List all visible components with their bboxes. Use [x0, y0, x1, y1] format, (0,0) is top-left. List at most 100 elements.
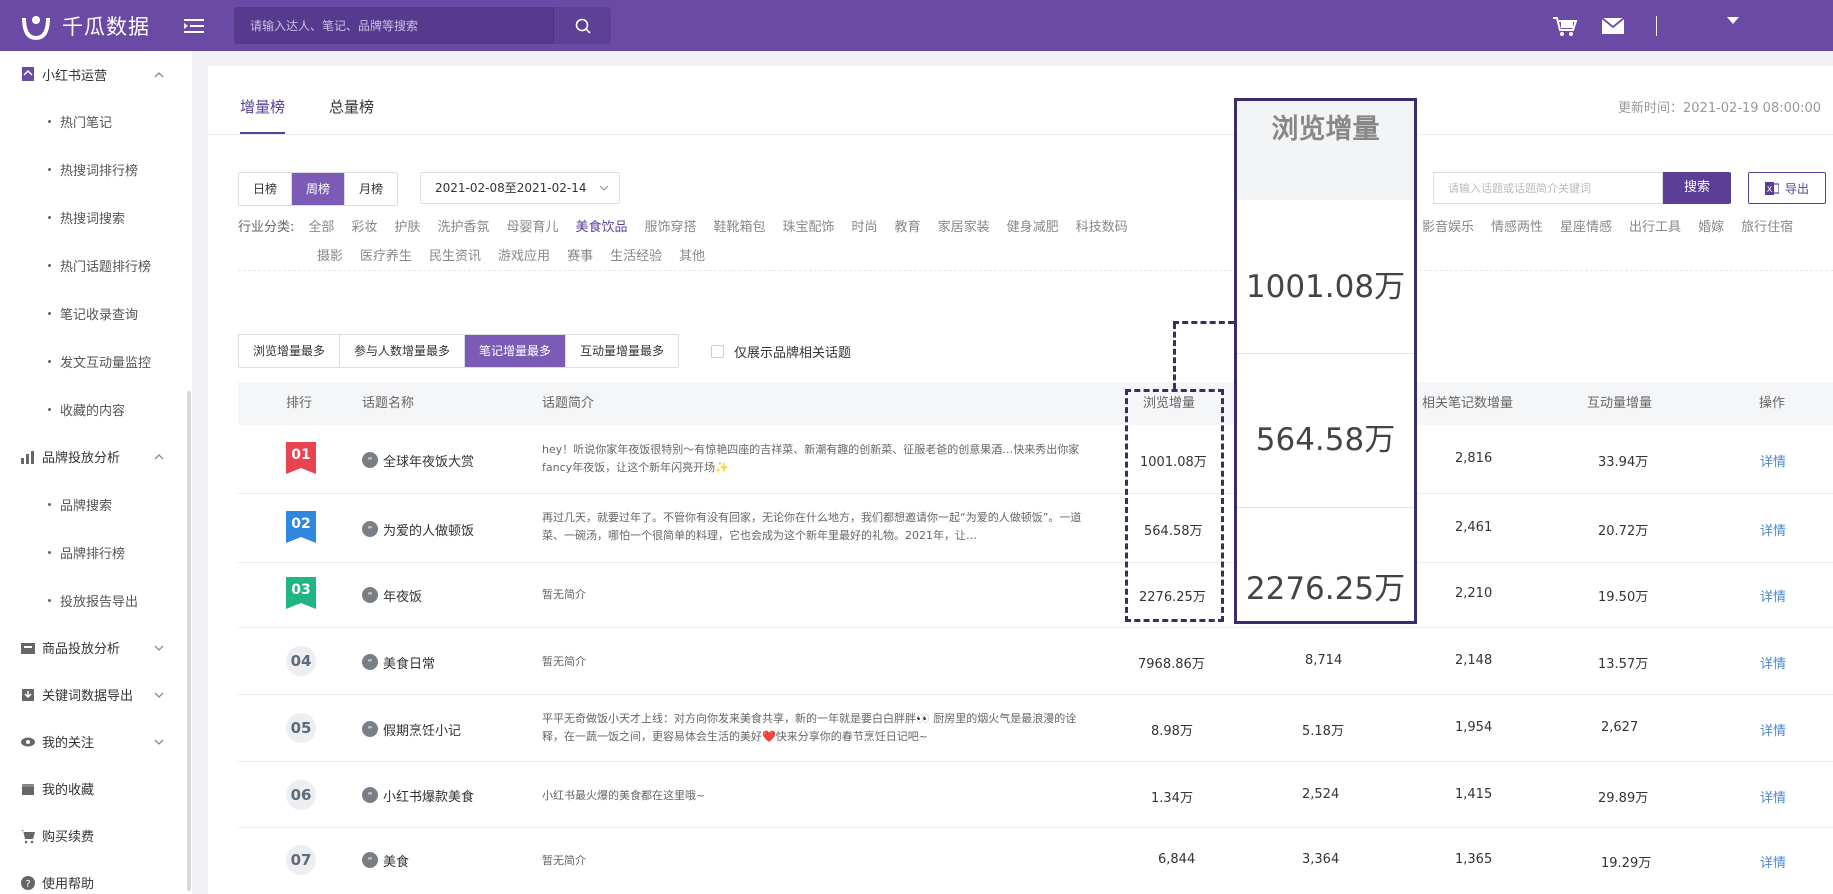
category-item[interactable]: 母婴育儿 — [506, 220, 558, 235]
detail-link[interactable]: 详情 — [1760, 852, 1786, 871]
sidebar-item-brand-search[interactable]: 品牌搜索 — [0, 480, 192, 528]
category-item[interactable]: 情感两性 — [1491, 220, 1543, 235]
mail-icon[interactable] — [1600, 15, 1626, 37]
topic-search-button[interactable]: 搜索 — [1663, 172, 1731, 204]
topic-name[interactable]: 美食日常 — [383, 653, 435, 672]
category-item[interactable]: 家居家装 — [938, 220, 990, 235]
category-item[interactable]: 旅行住宿 — [1741, 220, 1793, 235]
topic-name[interactable]: 年夜饭 — [383, 586, 422, 605]
zoom-callout-value: 1001.08万 — [1245, 269, 1406, 305]
sidebar-group-goods-analysis[interactable]: 商品投放分析 — [0, 624, 192, 671]
topic-keyword-input[interactable] — [1433, 172, 1663, 204]
sort-notes-button[interactable]: 笔记增量最多 — [465, 335, 567, 367]
interactions-value: 2,627 — [1601, 720, 1639, 735]
table-row: 04 “ 美食日常 暂无简介 7968.86万 8,714 2,148 13.5… — [238, 628, 1833, 695]
sidebar-group-label: 使用帮助 — [42, 877, 95, 892]
sidebar-group-keyword-export[interactable]: 关键词数据导出 — [0, 671, 192, 718]
brand-only-checkbox[interactable] — [711, 345, 724, 358]
detail-link[interactable]: 详情 — [1760, 586, 1786, 605]
tab-increment-rank[interactable]: 增量榜 — [240, 66, 286, 134]
category-item[interactable]: 洗护香氛 — [437, 220, 489, 235]
rank-badge: 03 — [286, 577, 316, 609]
sort-interactions-button[interactable]: 互动量增量最多 — [566, 335, 678, 367]
brand-only-toggle[interactable]: 仅展示品牌相关话题 — [711, 342, 851, 361]
sidebar-item-report-export[interactable]: 投放报告导出 — [0, 576, 192, 624]
sidebar-item-note-indexing[interactable]: 笔记收录查询 — [0, 289, 192, 337]
category-item[interactable]: 科技数码 — [1076, 220, 1128, 235]
period-week-button[interactable]: 周榜 — [292, 173, 346, 205]
detail-link[interactable]: 详情 — [1760, 787, 1786, 806]
category-item[interactable]: 赛事 — [567, 249, 593, 264]
sidebar-group-purchase[interactable]: 购买续费 — [0, 812, 192, 859]
period-month-button[interactable]: 月榜 — [345, 173, 397, 205]
category-item[interactable]: 游戏应用 — [498, 249, 550, 264]
sidebar-item-hot-search[interactable]: 热搜词搜索 — [0, 193, 192, 241]
highlight-dashed-box — [1125, 389, 1224, 622]
category-item[interactable]: 影音娱乐 — [1422, 220, 1474, 235]
highlight-connector — [1173, 323, 1176, 389]
topic-name[interactable]: 美食 — [383, 851, 409, 870]
category-item[interactable]: 婚嫁 — [1698, 220, 1724, 235]
sidebar-item-brand-rank[interactable]: 品牌排行榜 — [0, 528, 192, 576]
detail-link[interactable]: 详情 — [1760, 451, 1786, 470]
category-item[interactable]: 教育 — [895, 220, 921, 235]
detail-link[interactable]: 详情 — [1760, 720, 1786, 739]
category-item[interactable]: 护肤 — [394, 220, 420, 235]
category-item[interactable]: 医疗养生 — [360, 249, 412, 264]
export-button[interactable]: X 导出 — [1748, 172, 1826, 204]
sidebar-item-hot-topic-rank[interactable]: 热门话题排行榜 — [0, 241, 192, 289]
sidebar-group-my-follows[interactable]: 我的关注 — [0, 718, 192, 765]
tab-total-rank[interactable]: 总量榜 — [329, 66, 374, 134]
sidebar-group-label: 品牌投放分析 — [42, 451, 121, 466]
eye-icon — [21, 737, 35, 746]
category-item[interactable]: 生活经验 — [610, 249, 662, 264]
interactions-value: 13.57万 — [1598, 657, 1649, 672]
category-item[interactable]: 鞋靴箱包 — [714, 220, 766, 235]
brand-only-label: 仅展示品牌相关话题 — [734, 346, 852, 361]
sort-views-button[interactable]: 浏览增量最多 — [239, 335, 341, 367]
user-menu-caret-icon[interactable] — [1727, 17, 1739, 24]
category-item[interactable]: 时尚 — [852, 220, 878, 235]
sidebar-group-brand-analysis[interactable]: 品牌投放分析 — [0, 433, 192, 480]
sidebar-scrollbar[interactable] — [187, 391, 191, 891]
topic-name[interactable]: 小红书爆款美食 — [383, 786, 474, 805]
sidebar-group-my-favorites[interactable]: 我的收藏 — [0, 765, 192, 812]
category-item-selected[interactable]: 美食饮品 — [575, 220, 627, 235]
category-item[interactable]: 彩妆 — [351, 220, 377, 235]
category-item[interactable]: 服饰穿搭 — [644, 220, 696, 235]
detail-link[interactable]: 详情 — [1760, 653, 1786, 672]
views-value: 8.98万 — [1151, 724, 1193, 739]
brand[interactable]: 千瓜数据 — [20, 10, 150, 42]
category-item[interactable]: 其他 — [679, 249, 705, 264]
cart-icon[interactable] — [1552, 15, 1578, 37]
top-divider — [1656, 15, 1657, 36]
category-item[interactable]: 珠宝配饰 — [783, 220, 835, 235]
category-item[interactable]: 全部 — [308, 220, 334, 235]
category-item[interactable]: 健身减肥 — [1007, 220, 1059, 235]
detail-link[interactable]: 详情 — [1760, 520, 1786, 539]
sort-participants-button[interactable]: 参与人数增量最多 — [340, 335, 466, 367]
sidebar-group-xiaohongshu[interactable]: 小红书运营 — [0, 51, 192, 97]
favorites-icon — [22, 783, 34, 795]
sidebar-group-help[interactable]: ? 使用帮助 — [0, 859, 192, 894]
category-item[interactable]: 星座情感 — [1560, 220, 1612, 235]
category-item[interactable]: 民生资讯 — [429, 249, 481, 264]
sidebar-item-interaction-monitor[interactable]: 发文互动量监控 — [0, 337, 192, 385]
category-item[interactable]: 摄影 — [317, 249, 343, 264]
sidebar-item-hot-notes[interactable]: 热门笔记 — [0, 97, 192, 145]
cart-icon — [21, 829, 35, 843]
global-search-button[interactable] — [553, 7, 611, 44]
date-range-select[interactable]: 2021-02-08至2021-02-14 — [420, 172, 620, 204]
sidebar-item-hot-search-rank[interactable]: 热搜词排行榜 — [0, 145, 192, 193]
topic-name[interactable]: 假期烹饪小记 — [383, 720, 461, 739]
sidebar-item-saved-content[interactable]: 收藏的内容 — [0, 385, 192, 433]
period-day-button[interactable]: 日榜 — [239, 173, 293, 205]
topic-name[interactable]: 全球年夜饭大赏 — [383, 451, 474, 470]
category-item[interactable]: 出行工具 — [1629, 220, 1681, 235]
header-topic-name: 话题名称 — [362, 396, 415, 411]
category-divider — [238, 270, 1833, 271]
svg-text:“: “ — [367, 591, 372, 602]
global-search-input[interactable] — [234, 7, 553, 44]
topic-name[interactable]: 为爱的人做顿饭 — [383, 520, 474, 539]
menu-toggle-icon[interactable] — [184, 18, 204, 34]
